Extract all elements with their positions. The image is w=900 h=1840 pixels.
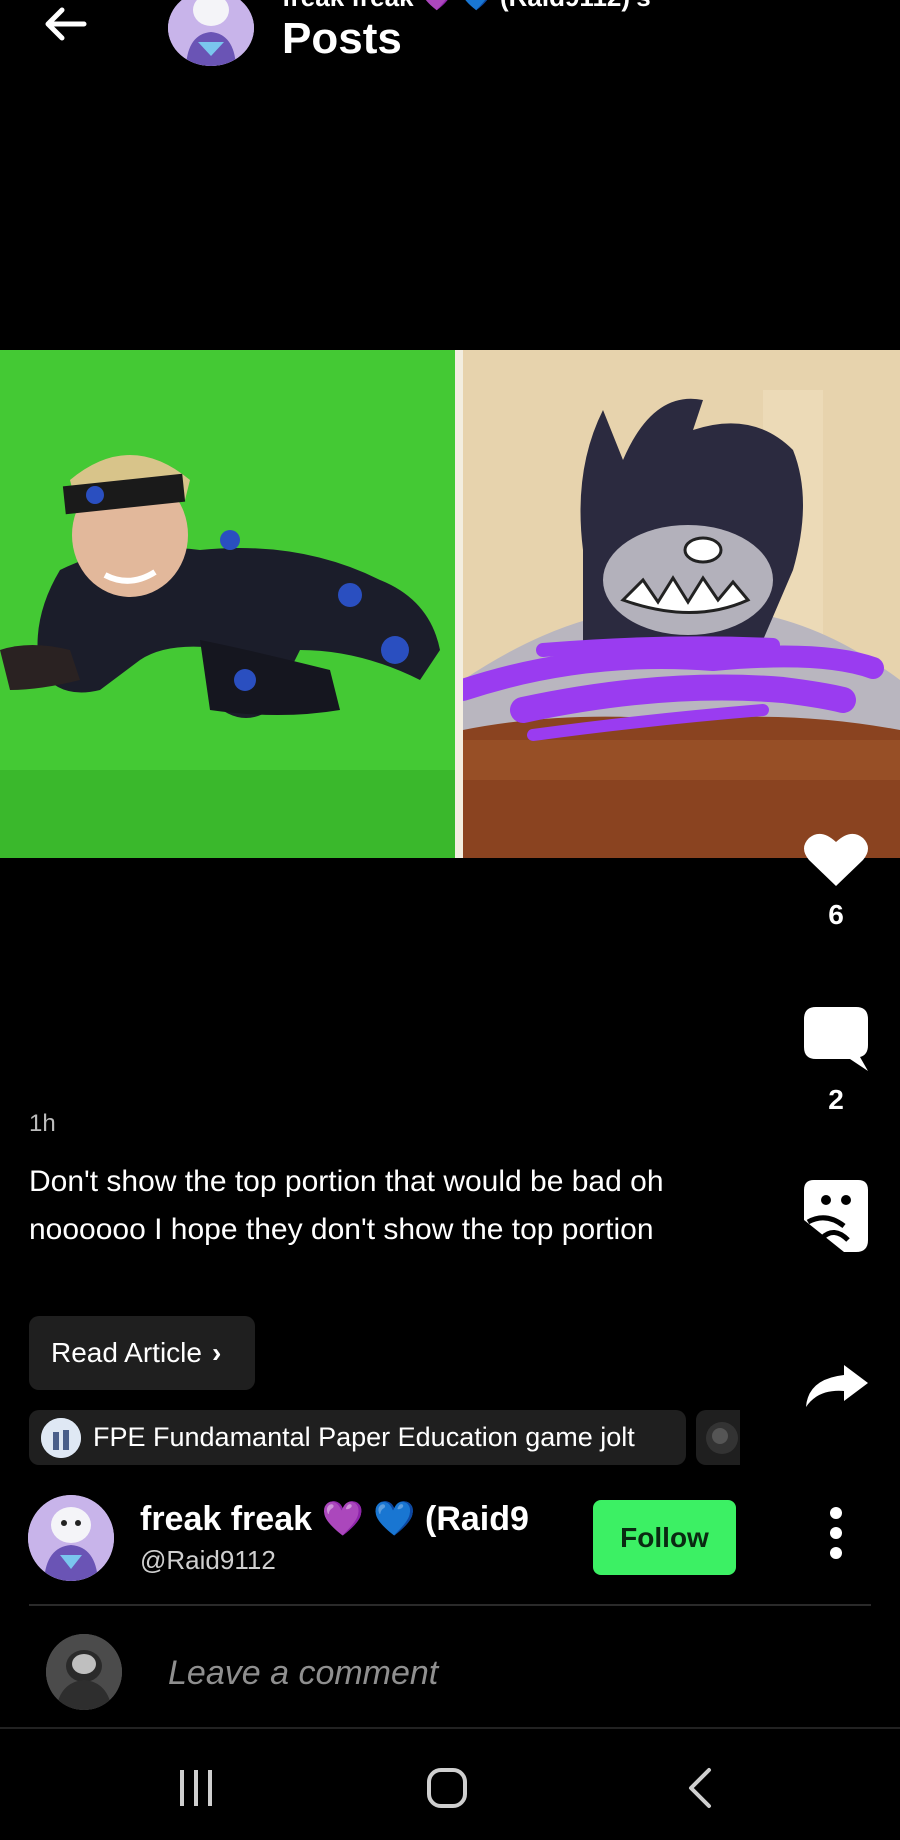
heart-icon <box>804 833 868 886</box>
comment-action[interactable]: 2 <box>790 1005 882 1116</box>
author-row: freak freak 💜 💙 (Raid9112) @Raid9112 Fol… <box>0 1495 900 1595</box>
chevron-right-icon: › <box>211 1337 222 1368</box>
back-button[interactable] <box>40 2 90 46</box>
bottom-divider <box>0 1727 900 1729</box>
home-icon <box>427 1768 467 1808</box>
nav-back-button[interactable] <box>660 1758 740 1818</box>
author-avatar[interactable] <box>28 1495 114 1581</box>
share-icon <box>806 1365 868 1407</box>
sticker-icon <box>804 1180 868 1252</box>
comment-bar <box>0 1630 900 1730</box>
header-avatar[interactable] <box>168 0 254 66</box>
comment-count: 2 <box>828 1084 844 1115</box>
recents-button[interactable] <box>156 1758 236 1818</box>
comment-bubble-icon <box>804 1007 868 1071</box>
more-options-button[interactable] <box>818 1503 854 1563</box>
section-divider <box>29 1604 871 1606</box>
community-chip[interactable]: FPE Fundamantal Paper Education game jol… <box>29 1410 686 1465</box>
author-handle: @Raid9112 <box>140 1545 276 1575</box>
sticker-action[interactable] <box>790 1180 882 1257</box>
share-action[interactable] <box>790 1365 882 1414</box>
page-title: Posts <box>282 14 402 63</box>
comment-input[interactable] <box>168 1648 848 1698</box>
nav-back-icon <box>689 1768 711 1808</box>
cartoon-drawing <box>452 350 900 858</box>
system-nav-bar <box>0 1730 900 1840</box>
author-name[interactable]: freak freak 💜 💙 (Raid9112) <box>140 1499 530 1539</box>
like-count: 6 <box>828 899 844 930</box>
recents-icon <box>180 1770 212 1806</box>
read-article-label: Read Article <box>51 1337 202 1368</box>
post-timestamp: 1h <box>29 1110 56 1137</box>
current-user-avatar <box>46 1634 122 1710</box>
image-divider <box>455 350 463 858</box>
home-button[interactable] <box>407 1758 487 1818</box>
back-arrow-icon <box>45 7 87 41</box>
post-body: Don't show the top portion that would be… <box>29 1165 664 1246</box>
community-chip-next[interactable] <box>696 1410 740 1465</box>
like-action[interactable]: 6 <box>790 830 882 931</box>
green-screen-photo <box>0 350 455 858</box>
post-image[interactable] <box>0 350 900 858</box>
community-avatar <box>41 1417 81 1458</box>
read-article-button[interactable]: Read Article › <box>29 1316 255 1390</box>
more-vertical-icon <box>830 1507 842 1559</box>
header-subtitle: freak freak 💜 💙 (Raid9112)'s <box>282 0 651 13</box>
top-header: freak freak 💜 💙 (Raid9112)'s Posts <box>0 0 900 80</box>
community-name: FPE Fundamantal Paper Education game jol… <box>93 1422 635 1452</box>
follow-button[interactable]: Follow <box>593 1500 736 1575</box>
